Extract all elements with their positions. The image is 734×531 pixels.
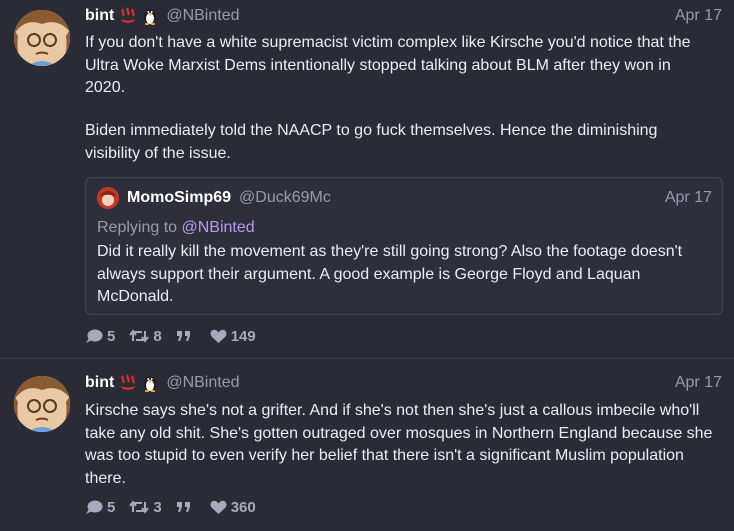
post-text: Biden immediately told the NAACP to go f… xyxy=(85,122,658,162)
like-count: 360 xyxy=(230,498,256,516)
post[interactable]: bint @NBinted Apr 17 If you don't have a… xyxy=(0,0,734,358)
replying-to-label: Replying to xyxy=(97,219,182,236)
repost-button[interactable]: 3 xyxy=(129,498,162,516)
repost-count: 3 xyxy=(153,498,162,516)
author-name[interactable]: bint xyxy=(85,7,114,25)
quote-button[interactable] xyxy=(176,329,196,343)
reply-count: 5 xyxy=(107,498,116,516)
heart-icon xyxy=(210,329,227,343)
hot-springs-icon xyxy=(120,374,136,392)
mention-link[interactable]: @NBinted xyxy=(182,219,255,236)
avatar[interactable] xyxy=(97,187,119,209)
post-actions: 5 8 149 xyxy=(85,326,270,346)
post-date[interactable]: Apr 17 xyxy=(675,374,722,392)
heart-icon xyxy=(210,500,227,514)
post-header: bint @NBinted Apr 17 xyxy=(85,5,722,27)
author-handle[interactable]: @Duck69Mc xyxy=(239,189,331,207)
avatar[interactable] xyxy=(14,376,70,432)
quoted-post-header: MomoSimp69 @Duck69Mc Apr 17 xyxy=(127,187,712,209)
post-date[interactable]: Apr 17 xyxy=(665,189,712,207)
author-handle[interactable]: @NBinted xyxy=(166,374,239,392)
penguin-icon xyxy=(142,374,158,392)
post-date[interactable]: Apr 17 xyxy=(675,7,722,25)
like-button[interactable]: 360 xyxy=(210,499,256,516)
quote-button[interactable] xyxy=(176,500,196,514)
author-name[interactable]: MomoSimp69 xyxy=(127,189,231,207)
reply-count: 5 xyxy=(107,327,116,345)
post-actions: 5 3 360 xyxy=(85,497,270,517)
repost-button[interactable]: 8 xyxy=(129,327,162,345)
post-header: bint @NBinted Apr 17 xyxy=(85,372,722,394)
like-button[interactable]: 149 xyxy=(210,328,256,345)
speech-bubble-icon xyxy=(86,329,103,343)
replying-to: Replying to @NBinted xyxy=(97,219,255,237)
reply-button[interactable]: 5 xyxy=(85,499,115,516)
author-name[interactable]: bint xyxy=(85,374,114,392)
like-count: 149 xyxy=(230,327,256,345)
avatar[interactable] xyxy=(14,10,70,66)
post-text: Kirsche says she's not a grifter. And if… xyxy=(85,402,713,487)
hot-springs-icon xyxy=(120,7,136,25)
feed: bint @NBinted Apr 17 If you don't have a… xyxy=(0,0,734,531)
post[interactable]: bint @NBinted Apr 17 Kirsche says she's … xyxy=(0,359,734,531)
penguin-icon xyxy=(142,7,158,25)
repost-count: 8 xyxy=(153,327,162,345)
author-handle[interactable]: @NBinted xyxy=(166,7,239,25)
post-text: If you don't have a white supremacist vi… xyxy=(85,34,691,96)
reply-button[interactable]: 5 xyxy=(85,328,115,345)
repost-arrows-icon xyxy=(129,500,150,514)
speech-bubble-icon xyxy=(86,500,103,514)
quoted-post[interactable]: MomoSimp69 @Duck69Mc Apr 17 Replying to … xyxy=(85,177,723,315)
quote-marks-icon xyxy=(176,331,190,341)
quote-marks-icon xyxy=(176,502,190,512)
quoted-post-text: Did it really kill the movement as they'… xyxy=(97,243,683,305)
repost-arrows-icon xyxy=(129,329,150,343)
